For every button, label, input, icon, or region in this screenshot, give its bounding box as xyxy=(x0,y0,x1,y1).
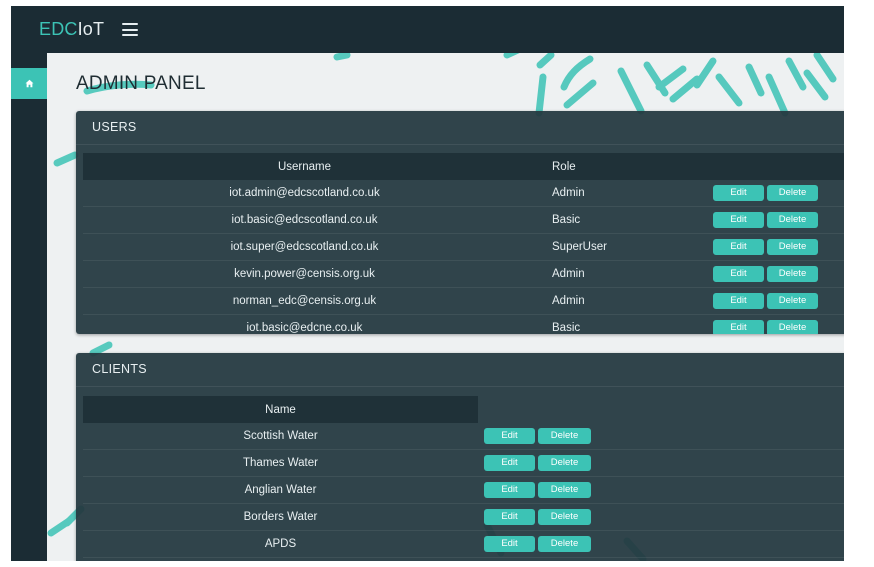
table-row: Borders Water Edit Delete xyxy=(83,503,844,531)
edit-user-button[interactable]: Edit xyxy=(713,320,764,334)
delete-user-button[interactable]: Delete xyxy=(767,266,818,282)
actions-cell: Edit Delete xyxy=(478,530,844,558)
edit-user-button[interactable]: Edit xyxy=(713,239,764,255)
edit-client-button[interactable]: Edit xyxy=(484,509,535,525)
clients-panel: CLIENTS Name Scottish Water EditDelete xyxy=(76,353,844,561)
username-cell: iot.admin@edcscotland.co.uk xyxy=(83,180,526,207)
users-panel-header: USERS xyxy=(76,111,844,145)
table-row: norman_edc@censis.org.uk Admin Edit Delet… xyxy=(83,287,844,315)
table-row: Anglian Water Edit Delete xyxy=(83,476,844,504)
column-header-name[interactable]: Name xyxy=(83,396,478,423)
edit-user-button[interactable]: Edit xyxy=(713,293,764,309)
actions-cell: Edit Delete xyxy=(713,206,844,234)
column-header-role[interactable]: Role xyxy=(526,153,713,180)
edit-user-button[interactable]: Edit xyxy=(713,185,764,201)
page-title: ADMIN PANEL xyxy=(76,73,206,94)
table-row: iot.basic@edcne.co.uk Basic Edit Delete xyxy=(83,314,844,334)
delete-client-button[interactable]: Delete xyxy=(538,428,591,444)
sidebar-item-home[interactable] xyxy=(11,68,47,99)
column-header-actions xyxy=(713,153,844,180)
actions-cell: Edit Delete xyxy=(713,260,844,288)
table-row: Thames Water Edit Delete xyxy=(83,449,844,477)
client-name-cell: Borders Water xyxy=(83,503,478,531)
delete-user-button[interactable]: Delete xyxy=(767,293,818,309)
role-cell: SuperUser xyxy=(526,233,713,261)
role-cell: Basic xyxy=(526,314,713,334)
edit-user-button[interactable]: Edit xyxy=(713,266,764,282)
delete-client-button[interactable]: Delete xyxy=(538,482,591,498)
users-table: Username Role iot.admin@edcscotland.co.u… xyxy=(83,153,844,334)
clients-panel-header: CLIENTS xyxy=(76,353,844,387)
edit-client-button[interactable]: Edit xyxy=(484,482,535,498)
actions-cell: Edit Delete xyxy=(478,423,844,450)
brand-text-iot: IoT xyxy=(77,19,105,39)
table-row: APDS Edit Delete xyxy=(83,530,844,558)
delete-client-button[interactable]: Delete xyxy=(538,509,591,525)
role-cell: Basic xyxy=(526,206,713,234)
username-cell: iot.super@edcscotland.co.uk xyxy=(83,233,526,261)
delete-user-button[interactable]: Delete xyxy=(767,212,818,228)
main-content: ADMIN PANEL USERS Username Role iot.admi… xyxy=(47,53,844,561)
edit-client-button[interactable]: Edit xyxy=(484,536,535,552)
app-window: EDCIoT ADMIN PANEL USERS Username Role i… xyxy=(11,6,844,561)
delete-client-button[interactable]: Delete xyxy=(538,536,591,552)
clients-table: Name Scottish Water Edit Delete Thames Wa… xyxy=(83,396,844,558)
username-cell: iot.basic@edcne.co.uk xyxy=(83,314,526,334)
sidebar xyxy=(11,53,47,561)
actions-cell: Edit Delete xyxy=(478,476,844,504)
brand-logo[interactable]: EDCIoT xyxy=(39,19,104,40)
role-cell: Admin xyxy=(526,287,713,315)
users-table-header-row: Username Role xyxy=(83,153,844,180)
delete-client-button[interactable]: Delete xyxy=(538,455,591,471)
table-row: kevin.power@censis.org.uk Admin Edit Dele… xyxy=(83,260,844,288)
table-row: Scottish Water Edit Delete xyxy=(83,423,844,450)
delete-user-button[interactable]: Delete xyxy=(767,185,818,201)
hamburger-menu-icon[interactable] xyxy=(122,23,139,36)
table-row: iot.admin@edcscotland.co.uk Admin Edit De… xyxy=(83,180,844,207)
actions-cell: Edit Delete xyxy=(478,503,844,531)
table-row: iot.super@edcscotland.co.uk SuperUser Ed… xyxy=(83,233,844,261)
column-header-actions xyxy=(478,396,844,423)
column-header-username[interactable]: Username xyxy=(83,153,526,180)
role-cell: Admin xyxy=(526,180,713,207)
actions-cell: Edit Delete xyxy=(713,233,844,261)
actions-cell: Edit Delete xyxy=(713,180,844,207)
users-panel: USERS Username Role iot.admin@edcscotlan… xyxy=(76,111,844,334)
edit-client-button[interactable]: Edit xyxy=(484,428,535,444)
actions-cell: Edit Delete xyxy=(478,449,844,477)
edit-user-button[interactable]: Edit xyxy=(713,212,764,228)
client-name-cell: Anglian Water xyxy=(83,476,478,504)
table-row: iot.basic@edcscotland.co.uk Basic Edit De… xyxy=(83,206,844,234)
delete-user-button[interactable]: Delete xyxy=(767,239,818,255)
username-cell: kevin.power@censis.org.uk xyxy=(83,260,526,288)
username-cell: iot.basic@edcscotland.co.uk xyxy=(83,206,526,234)
clients-table-header-row: Name xyxy=(83,396,844,423)
actions-cell: Edit Delete xyxy=(713,287,844,315)
top-navbar: EDCIoT xyxy=(11,6,844,53)
username-cell: norman_edc@censis.org.uk xyxy=(83,287,526,315)
client-name-cell: APDS xyxy=(83,530,478,558)
home-icon xyxy=(25,79,33,88)
client-name-cell: Scottish Water xyxy=(83,423,478,450)
client-name-cell: Thames Water xyxy=(83,449,478,477)
role-cell: Admin xyxy=(526,260,713,288)
brand-text-edc: EDC xyxy=(39,19,78,39)
actions-cell: Edit Delete xyxy=(713,314,844,334)
delete-user-button[interactable]: Delete xyxy=(767,320,818,334)
edit-client-button[interactable]: Edit xyxy=(484,455,535,471)
